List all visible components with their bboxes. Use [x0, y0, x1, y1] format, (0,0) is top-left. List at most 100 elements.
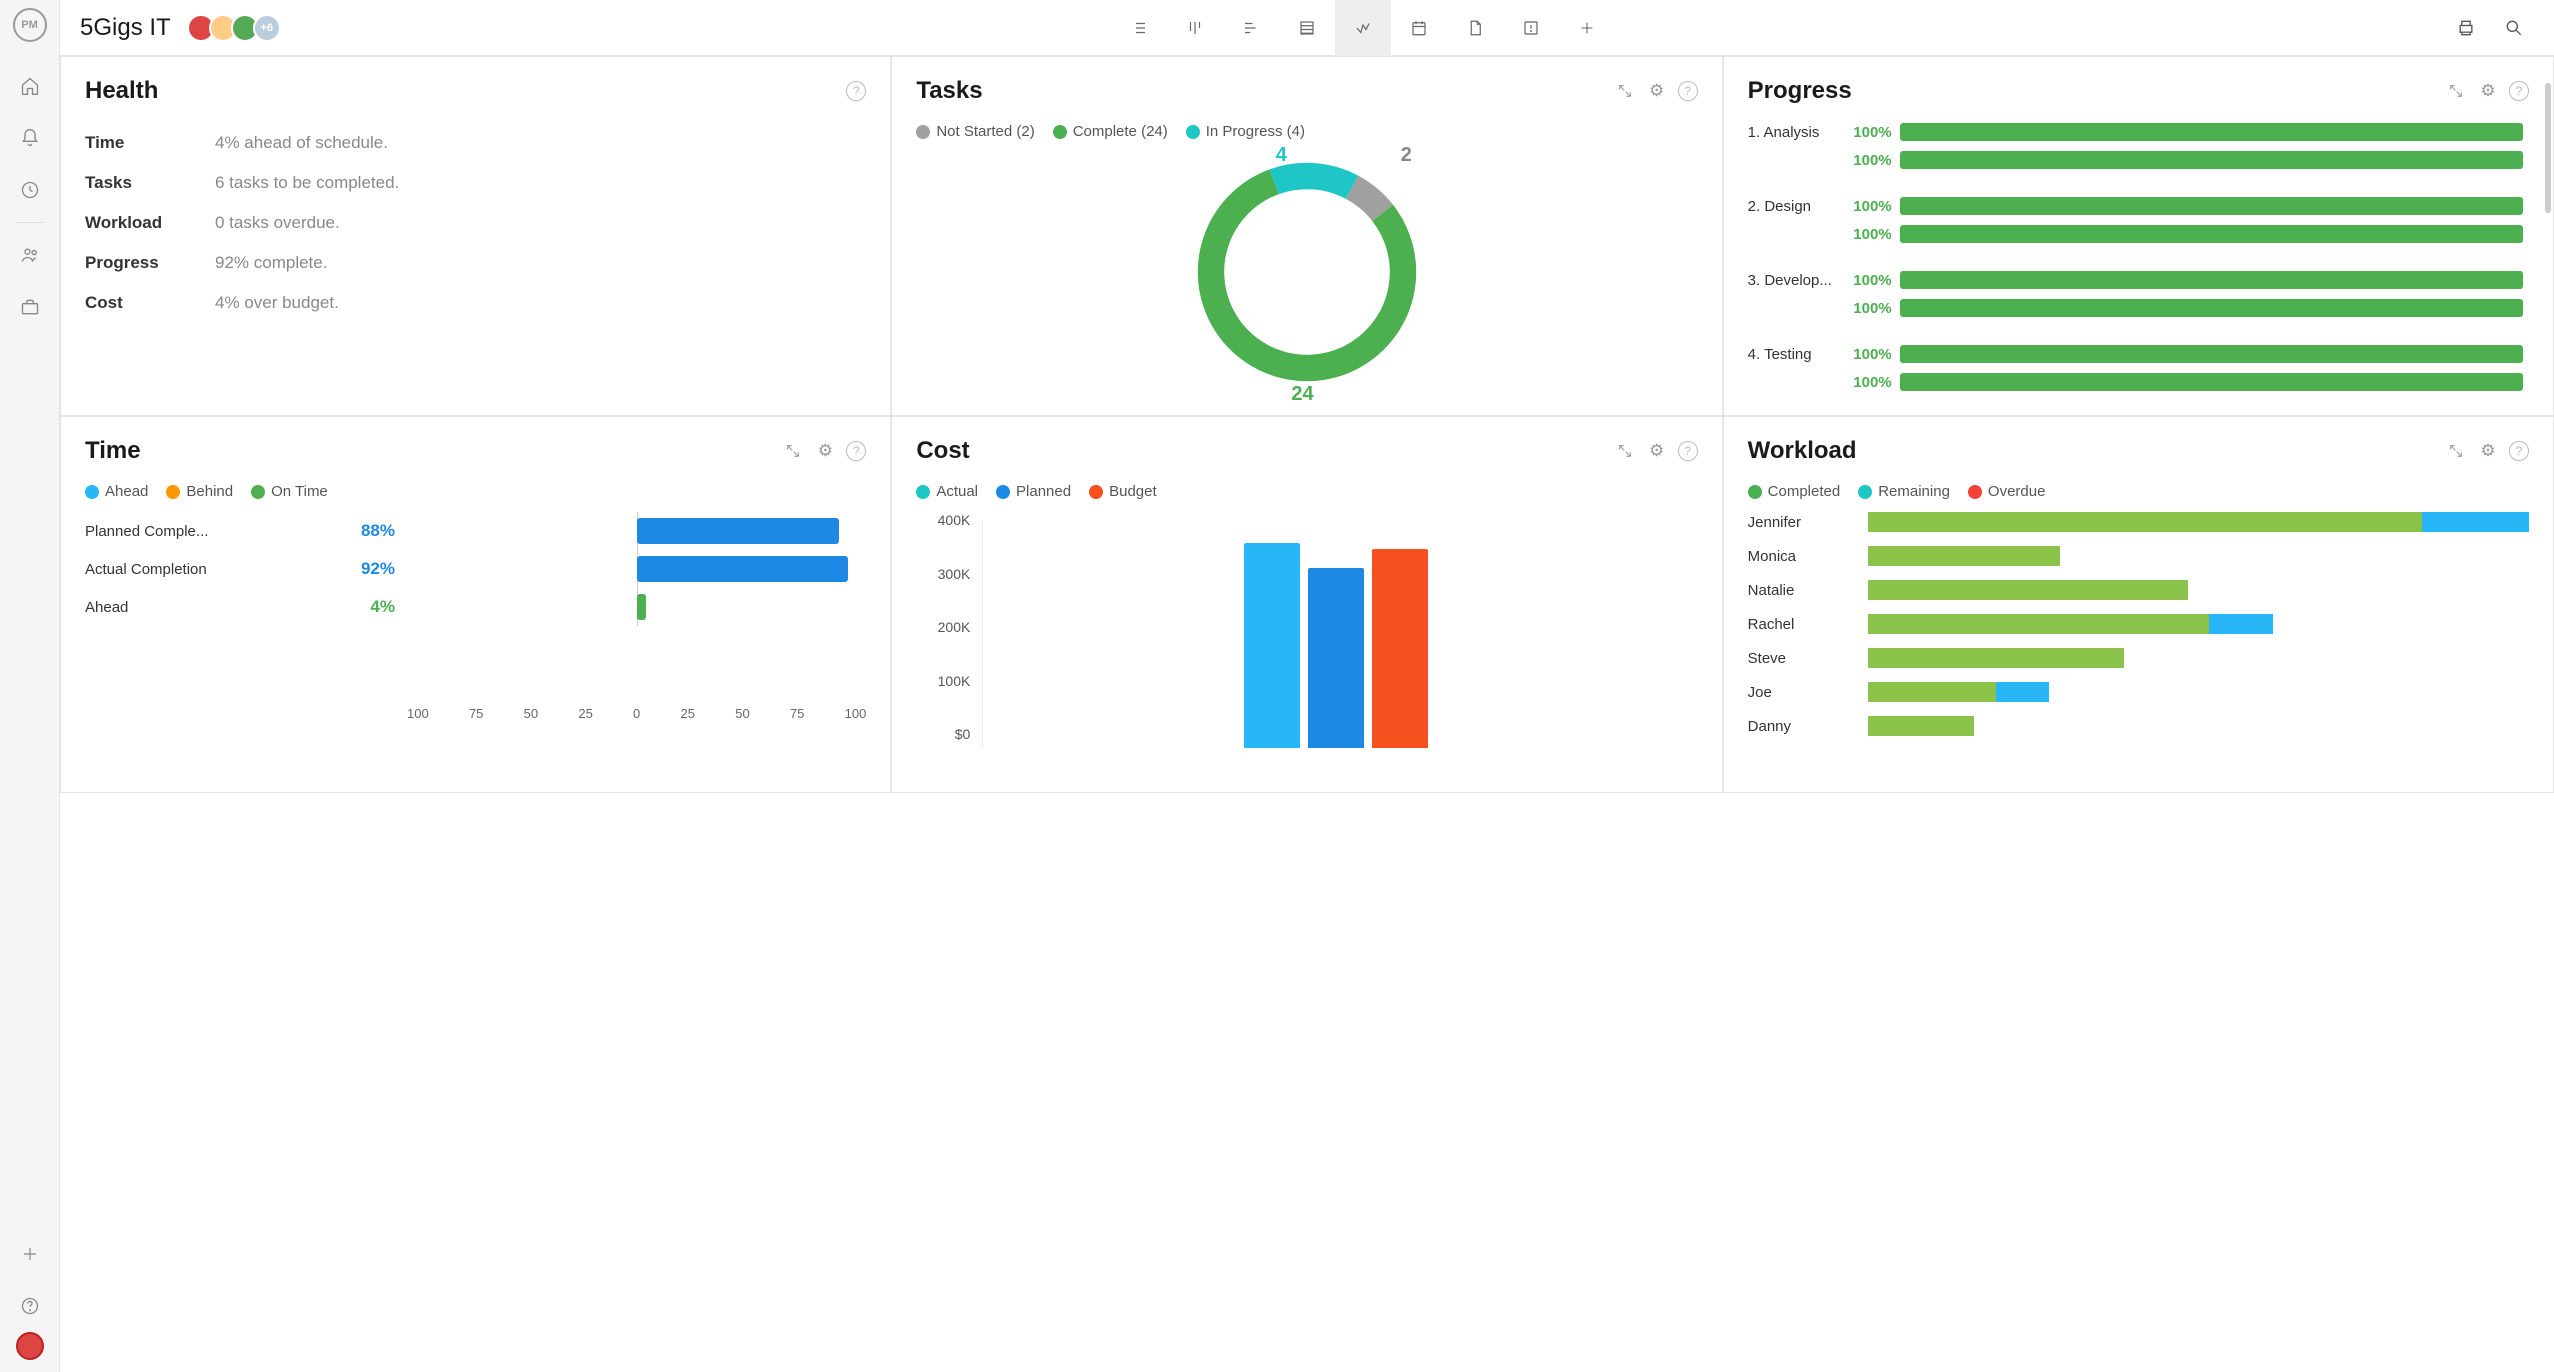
team-icon[interactable]: [10, 235, 50, 275]
time-rows: Planned Comple...88%Actual Completion92%…: [85, 512, 866, 626]
files-view-icon[interactable]: [1447, 0, 1503, 56]
gear-icon[interactable]: [1646, 440, 1668, 462]
help-icon[interactable]: ?: [846, 81, 866, 101]
expand-icon[interactable]: [1614, 80, 1636, 102]
health-row: Cost4% over budget.: [85, 283, 866, 323]
workload-name: Joe: [1748, 684, 1868, 701]
workload-name: Steve: [1748, 650, 1868, 667]
dashboard-view-icon[interactable]: [1335, 0, 1391, 56]
progress-bar: [1900, 225, 2523, 243]
home-icon[interactable]: [10, 66, 50, 106]
legend-dot: [1858, 485, 1872, 499]
add-icon[interactable]: [10, 1234, 50, 1274]
tasks-legend: Not Started (2) Complete (24) In Progress …: [916, 123, 1697, 140]
sheet-view-icon[interactable]: [1279, 0, 1335, 56]
scrollbar[interactable]: [2545, 83, 2551, 213]
legend-dot: [1748, 485, 1762, 499]
axis-tick: 75: [469, 706, 483, 721]
legend-label: Ahead: [105, 483, 148, 500]
gear-icon[interactable]: [2477, 440, 2499, 462]
gear-icon[interactable]: [1646, 80, 1668, 102]
legend-dot: [996, 485, 1010, 499]
search-icon[interactable]: [2494, 8, 2534, 48]
progress-pct: 100%: [1844, 346, 1892, 363]
progress-pct: 100%: [1844, 124, 1892, 141]
time-legend: AheadBehindOn Time: [85, 483, 866, 500]
legend-item: Not Started (2): [916, 123, 1034, 140]
board-view-icon[interactable]: [1167, 0, 1223, 56]
time-row: Ahead4%: [85, 588, 866, 626]
print-icon[interactable]: [2446, 8, 2486, 48]
more-avatars-badge[interactable]: +6: [253, 14, 281, 42]
health-value: 4% ahead of schedule.: [215, 133, 388, 153]
expand-icon[interactable]: [2445, 80, 2467, 102]
workload-bar: [1868, 614, 2529, 634]
legend-item: Budget: [1089, 483, 1157, 500]
help-icon[interactable]: ?: [1678, 441, 1698, 461]
app-logo[interactable]: PM: [13, 8, 47, 42]
workload-row: Rachel: [1748, 614, 2529, 634]
health-row: Workload0 tasks overdue.: [85, 203, 866, 243]
gear-icon[interactable]: [814, 440, 836, 462]
gear-icon[interactable]: [2477, 80, 2499, 102]
axis-tick: 0: [633, 706, 640, 721]
progress-bar: [1900, 197, 2523, 215]
expand-icon[interactable]: [2445, 440, 2467, 462]
progress-bar: [1900, 373, 2523, 391]
progress-row: 1. Analysis100%: [1748, 123, 2523, 141]
cost-bar: [1308, 568, 1364, 748]
expand-icon[interactable]: [1614, 440, 1636, 462]
health-value: 6 tasks to be completed.: [215, 173, 399, 193]
notifications-icon[interactable]: [10, 118, 50, 158]
help-icon[interactable]: ?: [1678, 81, 1698, 101]
y-tick: 200K: [916, 619, 970, 635]
time-title: Time: [85, 437, 141, 465]
legend-item: In Progress (4): [1186, 123, 1305, 140]
risk-view-icon[interactable]: [1503, 0, 1559, 56]
progress-row: 3. Develop...100%: [1748, 271, 2523, 289]
workload-legend: CompletedRemainingOverdue: [1748, 483, 2529, 500]
topbar: 5Gigs IT +6: [60, 0, 2554, 56]
progress-pct: 100%: [1844, 374, 1892, 391]
help-icon[interactable]: ?: [846, 441, 866, 461]
tasks-card: Tasks ? Not Started (2)Complete (24)In P…: [891, 56, 1722, 416]
health-table: Time4% ahead of schedule.Tasks6 tasks to…: [85, 123, 866, 323]
help-icon[interactable]: [10, 1286, 50, 1326]
workload-row: Jennifer: [1748, 512, 2529, 532]
progress-group: 1. Analysis100%100%: [1748, 123, 2523, 169]
help-icon[interactable]: ?: [2509, 81, 2529, 101]
y-tick: $0: [916, 726, 970, 742]
briefcase-icon[interactable]: [10, 287, 50, 327]
workload-bar: [1868, 716, 2529, 736]
add-view-icon[interactable]: [1559, 0, 1615, 56]
legend-label: In Progress (4): [1206, 123, 1305, 140]
recent-icon[interactable]: [10, 170, 50, 210]
time-label: Planned Comple...: [85, 523, 345, 540]
legend-label: Overdue: [1988, 483, 2046, 500]
health-label: Tasks: [85, 173, 215, 193]
workload-row: Steve: [1748, 648, 2529, 668]
calendar-view-icon[interactable]: [1391, 0, 1447, 56]
list-view-icon[interactable]: [1111, 0, 1167, 56]
progress-row: 100%: [1748, 373, 2523, 391]
help-icon[interactable]: ?: [2509, 441, 2529, 461]
workload-seg-completed: [1868, 580, 2188, 600]
workload-rows: JenniferMonicaNatalieRachelSteveJoeDanny: [1748, 512, 2529, 736]
avatar-stack[interactable]: +6: [187, 14, 281, 42]
time-label: Actual Completion: [85, 561, 345, 578]
workload-bar: [1868, 580, 2529, 600]
health-label: Time: [85, 133, 215, 153]
user-avatar[interactable]: [16, 1332, 44, 1360]
progress-pct: 100%: [1844, 226, 1892, 243]
time-row: Actual Completion92%: [85, 550, 866, 588]
cost-card: Cost ? ActualPlannedBudget 400K300K200K1…: [891, 416, 1722, 793]
legend-label: Complete (24): [1073, 123, 1168, 140]
progress-rows: 1. Analysis100%100%2. Design100%100%3. D…: [1748, 123, 2529, 393]
progress-name: 3. Develop...: [1748, 272, 1844, 289]
expand-icon[interactable]: [782, 440, 804, 462]
time-card: Time ? AheadBehindOn Time Planned Comple…: [60, 416, 891, 793]
health-value: 0 tasks overdue.: [215, 213, 340, 233]
axis-tick: 100: [845, 706, 867, 721]
gantt-view-icon[interactable]: [1223, 0, 1279, 56]
axis-tick: 75: [790, 706, 804, 721]
